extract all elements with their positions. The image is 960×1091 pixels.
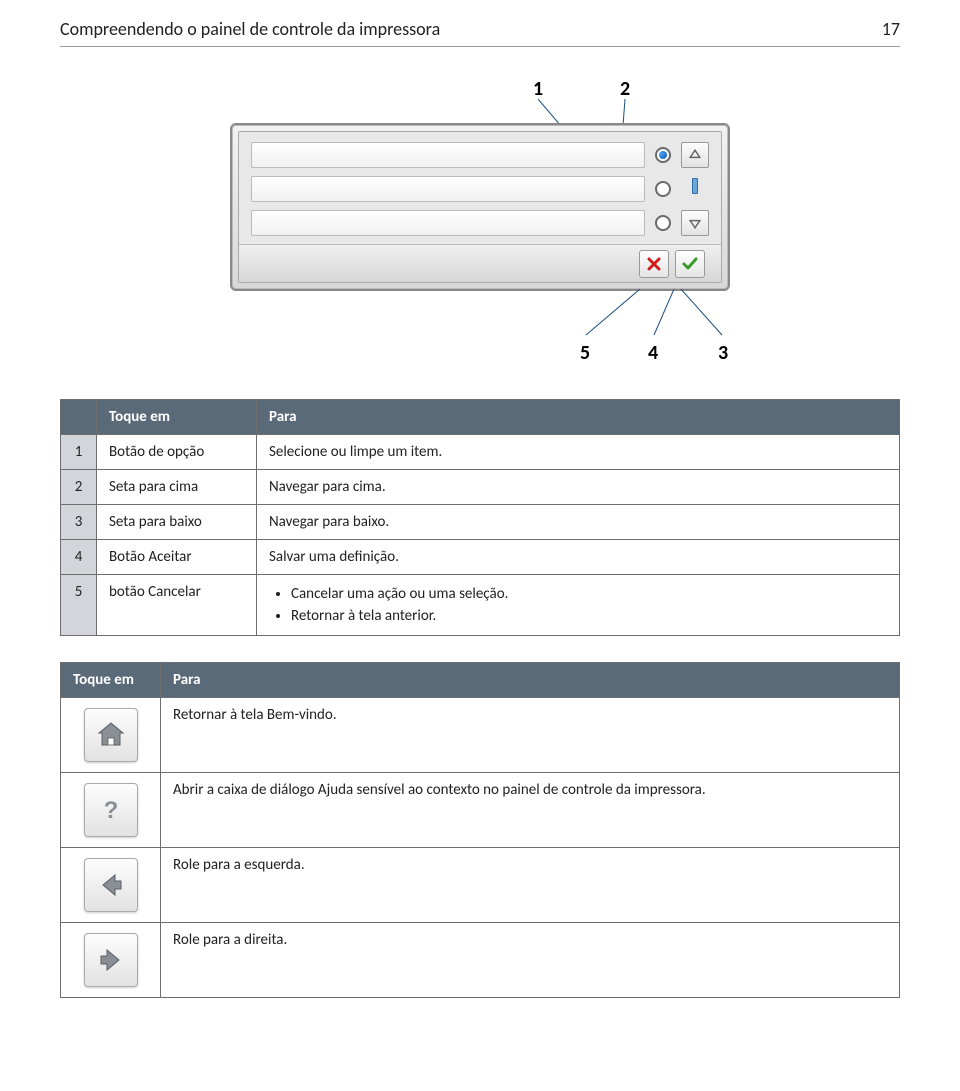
- accept-button[interactable]: [675, 250, 705, 278]
- control-desc: Cancelar uma ação ou uma seleção. Retorn…: [257, 575, 900, 636]
- icon-cell: [61, 698, 161, 773]
- cancel-bullet-2: Retornar à tela anterior.: [291, 605, 887, 627]
- icon-desc: Retornar à tela Bem-vindo.: [161, 698, 900, 773]
- table-row-num: 4: [61, 540, 97, 575]
- svg-text:?: ?: [103, 797, 118, 824]
- page-header: Compreendendo o painel de controle da im…: [60, 0, 900, 47]
- list-row: [251, 142, 645, 168]
- help-icon: ?: [95, 794, 127, 826]
- icon-cell: ?: [61, 773, 161, 848]
- control-name: botão Cancelar: [97, 575, 257, 636]
- control-desc: Salvar uma definição.: [257, 540, 900, 575]
- control-desc: Navegar para cima.: [257, 470, 900, 505]
- table-row-num: 2: [61, 470, 97, 505]
- table2-head-touch: Toque em: [61, 663, 161, 698]
- controls-table: Toque em Para 1 Botão de opção Selecione…: [60, 399, 900, 636]
- callout-4: 4: [648, 341, 658, 365]
- table2-head-for: Para: [161, 663, 900, 698]
- option-radio-icon[interactable]: [655, 181, 671, 197]
- scroll-left-button[interactable]: [84, 858, 138, 912]
- control-name: Seta para cima: [97, 470, 257, 505]
- icon-cell: [61, 848, 161, 923]
- table-row-num: 1: [61, 435, 97, 470]
- icons-table: Toque em Para Retornar à tela Bem-vindo.: [60, 662, 900, 998]
- arrow-right-icon: [95, 944, 127, 976]
- home-icon: [95, 719, 127, 751]
- cancel-bullet-1: Cancelar uma ação ou uma seleção.: [291, 583, 887, 605]
- callout-5: 5: [580, 341, 590, 365]
- scroll-right-button[interactable]: [84, 933, 138, 987]
- control-desc: Navegar para baixo.: [257, 505, 900, 540]
- icon-desc: Abrir a caixa de diálogo Ajuda sensível …: [161, 773, 900, 848]
- list-row: [251, 176, 645, 202]
- control-name: Botão Aceitar: [97, 540, 257, 575]
- help-button[interactable]: ?: [84, 783, 138, 837]
- control-name: Seta para baixo: [97, 505, 257, 540]
- control-desc: Selecione ou limpe um item.: [257, 435, 900, 470]
- table-row-num: 3: [61, 505, 97, 540]
- arrow-down-button[interactable]: [681, 210, 709, 236]
- option-radio-selected-icon[interactable]: [655, 147, 671, 163]
- cancel-button[interactable]: [639, 250, 669, 278]
- page-number: 17: [882, 18, 900, 40]
- header-title: Compreendendo o painel de controle da im…: [60, 18, 440, 40]
- scroll-handle-icon[interactable]: [692, 178, 698, 194]
- cross-icon: [646, 256, 662, 272]
- arrow-up-button[interactable]: [681, 142, 709, 168]
- check-icon: [682, 256, 698, 272]
- icon-cell: [61, 923, 161, 998]
- icon-desc: Role para a direita.: [161, 923, 900, 998]
- icon-desc: Role para a esquerda.: [161, 848, 900, 923]
- table-row-num: 5: [61, 575, 97, 636]
- callout-3: 3: [718, 341, 728, 365]
- table1-head-touch: Toque em: [97, 400, 257, 435]
- option-radio-icon[interactable]: [655, 215, 671, 231]
- printer-panel-figure: [230, 123, 730, 291]
- arrow-left-icon: [95, 869, 127, 901]
- list-row: [251, 210, 645, 236]
- control-name: Botão de opção: [97, 435, 257, 470]
- table1-head-for: Para: [257, 400, 900, 435]
- home-button[interactable]: [84, 708, 138, 762]
